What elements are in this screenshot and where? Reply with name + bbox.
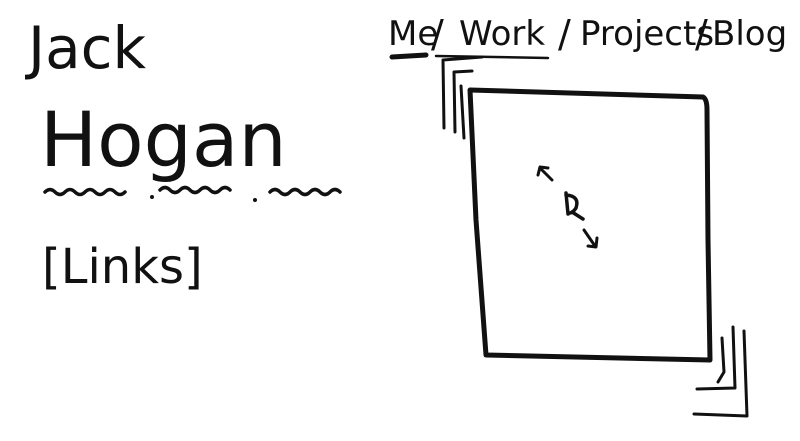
panel-shadow-bottom-right-3 <box>692 329 749 418</box>
nav-separator-1: / <box>431 12 444 56</box>
panel-shadow-top-left-3 <box>459 84 466 140</box>
top-nav: Me / Work / Projects / Blog <box>388 12 787 60</box>
nav-item-projects[interactable]: Projects <box>580 14 714 54</box>
first-name: Jack <box>25 14 147 82</box>
nav-underline <box>434 54 550 60</box>
resize-icon[interactable] <box>536 165 599 249</box>
panel-shadow-bottom-right <box>716 336 726 384</box>
tagline-scribble <box>43 187 127 197</box>
tagline-dot <box>150 195 154 199</box>
active-nav-underline <box>389 52 429 60</box>
tagline-dot-2 <box>253 198 257 202</box>
content-panel[interactable] <box>467 87 713 363</box>
tagline-scribble-2 <box>158 185 232 195</box>
nav-item-work[interactable]: Work <box>459 14 545 54</box>
tagline-scribble-3 <box>268 187 342 197</box>
wireframe-sketch: Jack Hogan [Links] Me / Work / Projects … <box>25 12 787 418</box>
last-name: Hogan <box>40 95 287 184</box>
nav-item-blog[interactable]: Blog <box>712 14 787 54</box>
nav-separator-2: / <box>558 12 571 56</box>
name-block: Jack Hogan [Links] <box>25 14 342 295</box>
nav-separator-3: / <box>695 12 708 56</box>
links-button[interactable]: [Links] <box>42 239 203 295</box>
main-panel <box>441 55 749 418</box>
